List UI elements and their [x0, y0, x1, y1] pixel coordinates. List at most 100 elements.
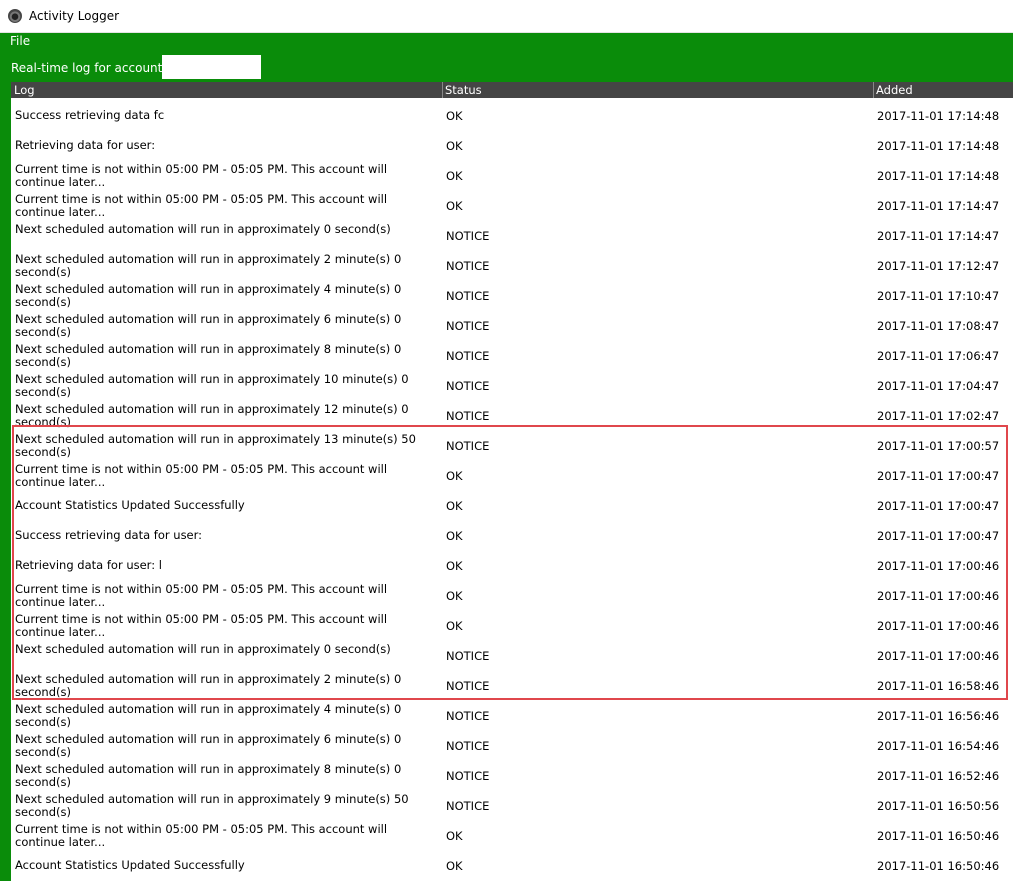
table-row[interactable]: Current time is not within 05:00 PM - 05…: [11, 580, 1013, 610]
added-cell: 2017-11-01 17:02:47: [877, 409, 1000, 423]
table-row[interactable]: Next scheduled automation will run in ap…: [11, 790, 1013, 820]
table-row[interactable]: Current time is not within 05:00 PM - 05…: [11, 160, 1013, 190]
log-cell: Next scheduled automation will run in ap…: [15, 343, 402, 369]
log-cell: Success retrieving data for user:: [15, 529, 203, 542]
added-cell: 2017-11-01 16:58:46: [877, 679, 1000, 693]
added-cell: 2017-11-01 16:56:46: [877, 709, 1000, 723]
column-header-added[interactable]: Added: [876, 83, 913, 97]
log-cell: Next scheduled automation will run in ap…: [15, 283, 402, 309]
status-cell: NOTICE: [446, 349, 490, 363]
log-cell: Next scheduled automation will run in ap…: [15, 793, 409, 819]
table-row[interactable]: Next scheduled automation will run in ap…: [11, 340, 1013, 370]
log-cell: Next scheduled automation will run in ap…: [15, 433, 416, 459]
log-cell: Next scheduled automation will run in ap…: [15, 313, 402, 339]
column-divider[interactable]: [442, 82, 443, 98]
table-row[interactable]: Next scheduled automation will run in ap…: [11, 730, 1013, 760]
status-cell: NOTICE: [446, 739, 490, 753]
added-cell: 2017-11-01 17:14:48: [877, 139, 1000, 153]
status-cell: OK: [446, 529, 463, 543]
added-cell: 2017-11-01 17:00:46: [877, 589, 1000, 603]
added-cell: 2017-11-01 17:00:57: [877, 439, 1000, 453]
log-cell: Current time is not within 05:00 PM - 05…: [15, 613, 388, 639]
added-cell: 2017-11-01 17:00:47: [877, 529, 1000, 543]
status-cell: OK: [446, 619, 463, 633]
added-cell: 2017-11-01 17:14:48: [877, 109, 1000, 123]
table-row[interactable]: Success retrieving data fс OK 2017-11-01 1…: [11, 100, 1013, 130]
status-cell: OK: [446, 139, 463, 153]
table-row[interactable]: Current time is not within 05:00 PM - 05…: [11, 460, 1013, 490]
table-row[interactable]: Next scheduled automation will run in ap…: [11, 370, 1013, 400]
account-field[interactable]: [162, 55, 261, 79]
table-row[interactable]: Next scheduled automation will run in ap…: [11, 430, 1013, 460]
log-cell: Next scheduled automation will run in ap…: [15, 643, 391, 656]
table-row[interactable]: Next scheduled automation will run in ap…: [11, 640, 1013, 670]
table-row[interactable]: Account Statistics Updated Successfully O…: [11, 850, 1013, 880]
log-cell: Current time is not within 05:00 PM - 05…: [15, 163, 388, 189]
app-icon: [8, 9, 22, 23]
added-cell: 2017-11-01 17:14:48: [877, 169, 1000, 183]
table-row[interactable]: Next scheduled automation will run in ap…: [11, 250, 1013, 280]
table-row[interactable]: Success retrieving data for user: OK 2017-…: [11, 520, 1013, 550]
log-cell: Next scheduled automation will run in ap…: [15, 673, 402, 699]
added-cell: 2017-11-01 17:04:47: [877, 379, 1000, 393]
log-cell: Retrieving data for user:: [15, 139, 156, 152]
log-cell: Next scheduled automation will run in ap…: [15, 373, 409, 399]
table-row[interactable]: Current time is not within 05:00 PM - 05…: [11, 820, 1013, 850]
table-row[interactable]: Next scheduled automation will run in ap…: [11, 400, 1013, 430]
menu-file[interactable]: File: [10, 34, 30, 48]
log-cell: Next scheduled automation will run in ap…: [15, 733, 402, 759]
table-body: Success retrieving data fс OK 2017-11-01 1…: [11, 100, 1013, 880]
added-cell: 2017-11-01 16:50:56: [877, 799, 1000, 813]
table-row[interactable]: Current time is not within 05:00 PM - 05…: [11, 610, 1013, 640]
table-row[interactable]: Retrieving data for user: l OK 2017-11-01 …: [11, 550, 1013, 580]
status-cell: NOTICE: [446, 799, 490, 813]
window-title: Activity Logger: [29, 9, 120, 23]
status-cell: NOTICE: [446, 439, 490, 453]
added-cell: 2017-11-01 17:12:47: [877, 259, 1000, 273]
added-cell: 2017-11-01 17:14:47: [877, 229, 1000, 243]
log-cell: Account Statistics Updated Successfully: [15, 499, 245, 512]
title-bar: Activity Logger: [0, 0, 1013, 33]
status-cell: NOTICE: [446, 769, 490, 783]
log-cell: Current time is not within 05:00 PM - 05…: [15, 583, 388, 609]
added-cell: 2017-11-01 16:50:46: [877, 829, 1000, 843]
log-cell: Next scheduled automation will run in ap…: [15, 253, 402, 279]
status-cell: OK: [446, 829, 463, 843]
status-cell: NOTICE: [446, 229, 490, 243]
status-cell: NOTICE: [446, 679, 490, 693]
added-cell: 2017-11-01 16:52:46: [877, 769, 1000, 783]
status-cell: OK: [446, 169, 463, 183]
status-cell: OK: [446, 469, 463, 483]
log-cell: Next scheduled automation will run in ap…: [15, 403, 409, 429]
status-cell: NOTICE: [446, 319, 490, 333]
added-cell: 2017-11-01 17:00:46: [877, 559, 1000, 573]
table-row[interactable]: Next scheduled automation will run in ap…: [11, 670, 1013, 700]
log-cell: Current time is not within 05:00 PM - 05…: [15, 193, 388, 219]
column-header-log[interactable]: Log: [14, 83, 35, 97]
table-row[interactable]: Retrieving data for user: OK 2017-11-01 17…: [11, 130, 1013, 160]
table-row[interactable]: Next scheduled automation will run in ap…: [11, 310, 1013, 340]
status-cell: OK: [446, 559, 463, 573]
status-cell: NOTICE: [446, 649, 490, 663]
table-row[interactable]: Account Statistics Updated Successfully O…: [11, 490, 1013, 520]
table-row[interactable]: Next scheduled automation will run in ap…: [11, 760, 1013, 790]
added-cell: 2017-11-01 17:00:47: [877, 499, 1000, 513]
added-cell: 2017-11-01 17:08:47: [877, 319, 1000, 333]
added-cell: 2017-11-01 16:54:46: [877, 739, 1000, 753]
added-cell: 2017-11-01 16:50:46: [877, 859, 1000, 873]
table-row[interactable]: Next scheduled automation will run in ap…: [11, 700, 1013, 730]
table-row[interactable]: Next scheduled automation will run in ap…: [11, 280, 1013, 310]
table-row[interactable]: Current time is not within 05:00 PM - 05…: [11, 190, 1013, 220]
column-header-status[interactable]: Status: [445, 83, 482, 97]
log-table[interactable]: Log Status Added Success retrieving data…: [11, 82, 1013, 881]
status-cell: NOTICE: [446, 379, 490, 393]
status-cell: NOTICE: [446, 259, 490, 273]
status-cell: OK: [446, 499, 463, 513]
added-cell: 2017-11-01 17:00:46: [877, 649, 1000, 663]
column-divider[interactable]: [873, 82, 874, 98]
menu-bar: File: [0, 33, 1013, 50]
status-cell: OK: [446, 109, 463, 123]
log-cell: Account Statistics Updated Successfully: [15, 859, 245, 872]
table-row[interactable]: Next scheduled automation will run in ap…: [11, 220, 1013, 250]
added-cell: 2017-11-01 17:06:47: [877, 349, 1000, 363]
